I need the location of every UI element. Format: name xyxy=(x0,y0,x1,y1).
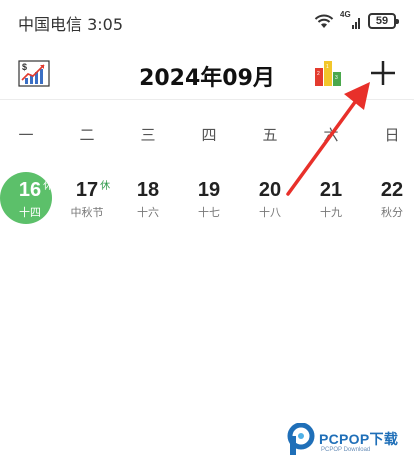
battery-level: 59 xyxy=(375,15,389,27)
watermark-brand: PCPOP下载 xyxy=(319,431,399,447)
svg-text:1: 1 xyxy=(326,64,329,70)
carrier-time: 中国电信 3:05 xyxy=(18,15,124,34)
weekday-label: 四 xyxy=(201,126,217,144)
day-number: 18 xyxy=(136,179,160,201)
holiday-tag: 休 xyxy=(100,181,111,192)
status-bar: 中国电信 3:05 4G 59 xyxy=(0,0,414,42)
weekday-label: 二 xyxy=(79,126,95,144)
holiday-tag: 休 xyxy=(43,181,54,192)
day-number: 22 xyxy=(380,179,404,201)
lunar-date: 十九 xyxy=(320,206,342,219)
signal-icon: 4G xyxy=(340,10,362,30)
pcpop-logo-icon xyxy=(287,423,315,455)
day-number: 20 xyxy=(258,179,282,201)
lunar-date: 中秋节 xyxy=(70,206,104,219)
day-cell[interactable]: 18 十六 xyxy=(122,172,174,228)
day-cell[interactable]: 19 十七 xyxy=(183,172,235,228)
day-cell[interactable]: 17 休 中秋节 xyxy=(61,172,113,228)
month-title-text: 2024年09月 xyxy=(139,66,275,91)
lunar-date: 十六 xyxy=(137,206,159,219)
lunar-date: 秋分 xyxy=(381,206,403,219)
wifi-icon xyxy=(314,14,334,28)
battery-icon: 59 xyxy=(368,13,399,29)
lunar-date: 十八 xyxy=(259,206,281,219)
weekday-label: 一 xyxy=(18,126,34,144)
watermark-sub: PCPOP Download xyxy=(321,447,371,453)
day-number: 17 休 xyxy=(76,177,110,203)
weekday-label: 三 xyxy=(140,126,156,144)
day-number: 19 xyxy=(197,179,221,201)
day-cell-selected[interactable]: 16 休 十四 xyxy=(0,172,56,228)
annotation-arrow-icon xyxy=(286,82,370,196)
status-icons: 4G 59 xyxy=(314,10,399,32)
lunar-date: 十四 xyxy=(19,206,41,219)
svg-text:2: 2 xyxy=(317,71,320,77)
pcpop-watermark: PCPOP下载 PCPOP Download xyxy=(287,423,412,459)
lunar-date: 十七 xyxy=(198,206,220,219)
day-number: 16 休 xyxy=(19,177,53,203)
